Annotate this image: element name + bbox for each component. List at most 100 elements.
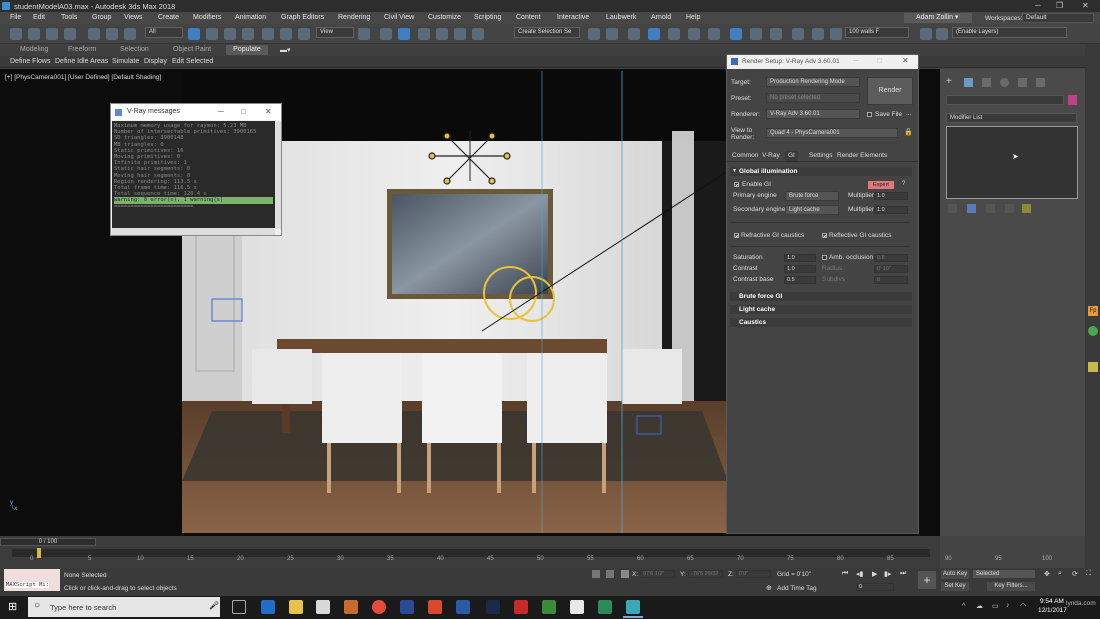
object-name-field[interactable] [946, 95, 1064, 105]
minimize-icon[interactable]: ─ [1035, 1, 1041, 10]
powerpoint-icon[interactable] [428, 600, 442, 614]
menu-content[interactable]: Content [516, 14, 541, 21]
percent-snap-icon[interactable] [454, 28, 466, 40]
onedrive-icon[interactable]: ☁ [976, 602, 983, 610]
reference-coordinate-select[interactable]: View [316, 27, 354, 38]
edit-selected-button[interactable]: Edit Selected [172, 58, 213, 65]
object-color-swatch[interactable] [1068, 95, 1077, 105]
material-editor-icon[interactable] [708, 28, 720, 40]
layer-explorer-icon[interactable] [648, 28, 660, 40]
clock-time[interactable]: 9:54 AM [1040, 598, 1064, 605]
link-icon[interactable] [46, 28, 58, 40]
absolute-mode-icon[interactable] [621, 570, 629, 578]
menu-group[interactable]: Group [92, 14, 111, 21]
walls-field[interactable]: 100 walls F [845, 27, 909, 38]
select-object-icon[interactable] [188, 28, 200, 40]
next-frame-icon[interactable]: ▮▸ [884, 570, 891, 578]
select-manipulate-icon[interactable] [380, 28, 392, 40]
network-icon[interactable]: ▭ [992, 602, 999, 610]
current-frame-field[interactable]: 0 [856, 583, 894, 591]
mirror-icon[interactable] [588, 28, 600, 40]
saturation-spinner[interactable]: 1.0 [784, 254, 816, 262]
help-icon[interactable]: ? [902, 181, 905, 187]
microphone-icon[interactable]: 🎤 [209, 601, 219, 610]
preset-select[interactable]: No preset selected [766, 93, 860, 103]
plant-icon[interactable] [1088, 326, 1098, 336]
go-to-start-icon[interactable]: ⏮ [842, 570, 848, 578]
named-selection-sets[interactable]: Create Selection Se [514, 27, 580, 38]
lock-icon[interactable]: 🔒 [904, 128, 913, 136]
save-file-checkbox[interactable] [867, 112, 872, 117]
rollout-collapse-icon[interactable]: ▾ [733, 167, 736, 174]
close-icon[interactable]: ✕ [1082, 1, 1089, 10]
selection-filter[interactable]: All [145, 27, 183, 38]
primary-multiplier-spinner[interactable]: 1.0 [874, 192, 908, 200]
curve-editor-icon[interactable] [668, 28, 680, 40]
hierarchy-panel-icon[interactable] [982, 78, 991, 87]
task-view-icon[interactable] [232, 600, 246, 614]
time-cursor[interactable] [37, 548, 41, 558]
unlink-icon[interactable] [64, 28, 76, 40]
file-explorer-icon[interactable] [289, 600, 303, 614]
maximize-icon[interactable]: ❐ [1056, 1, 1063, 10]
rectangular-selection-icon[interactable] [224, 28, 236, 40]
mail-icon[interactable] [570, 600, 584, 614]
unlink-selection-icon[interactable] [124, 28, 136, 40]
layers-select[interactable]: (Enable Layers) [952, 27, 1067, 38]
configure-modifier-sets-icon[interactable] [1022, 204, 1031, 213]
modifier-stack[interactable] [946, 126, 1078, 199]
app-icon-green[interactable] [598, 600, 612, 614]
user-account[interactable]: Adam Zollin ▾ [904, 13, 972, 23]
modify-panel-icon[interactable] [964, 78, 973, 87]
vray-messages-window[interactable]: V-Ray messages ─ □ ✕ Maximum memory usag… [110, 103, 282, 236]
snaps-toggle-icon[interactable] [418, 28, 430, 40]
pivot-center-icon[interactable] [358, 28, 370, 40]
laubwerk-icon[interactable]: Fp [1088, 306, 1098, 316]
expert-mode-button[interactable]: Expert [868, 181, 894, 189]
menu-rendering[interactable]: Rendering [338, 14, 370, 21]
subdivs-spinner[interactable]: 8 [874, 276, 908, 284]
rs-minimize-icon[interactable]: ─ [853, 56, 859, 65]
render-iterative-icon[interactable] [792, 28, 804, 40]
primary-engine-select[interactable]: Brute force [785, 191, 839, 201]
save-file-browse[interactable]: ... [906, 110, 911, 117]
clock-date[interactable]: 12/1/2017 [1038, 607, 1067, 614]
rs-maximize-icon[interactable]: □ [877, 56, 882, 65]
menu-scripting[interactable]: Scripting [474, 14, 501, 21]
menu-file[interactable]: File [10, 14, 21, 21]
rendered-frame-window-icon[interactable] [750, 28, 762, 40]
x-coordinate[interactable]: 97'6 1/2" [640, 570, 675, 578]
brute-force-rollout[interactable]: Brute force GI [730, 292, 912, 301]
select-by-name-icon[interactable] [206, 28, 218, 40]
maximize-viewport-icon[interactable]: ⛶ [1086, 570, 1091, 578]
vray-h-scrollbar[interactable] [112, 228, 275, 235]
orbit-icon[interactable]: ⟳ [1072, 570, 1078, 578]
schematic-view-icon[interactable] [688, 28, 700, 40]
auto-key-button[interactable]: Auto Key [941, 570, 969, 579]
light-cache-rollout[interactable]: Light cache [730, 305, 912, 314]
pan-icon[interactable]: ✥ [1044, 570, 1050, 578]
word-icon[interactable] [456, 600, 470, 614]
renderer-select[interactable]: V-Ray Adv 3.60.01 [766, 109, 860, 119]
container-icon[interactable] [920, 28, 932, 40]
3ds-max-icon[interactable] [626, 600, 640, 614]
rs-close-icon[interactable]: ✕ [902, 56, 909, 65]
chrome-icon[interactable] [372, 600, 386, 614]
keyboard-shortcut-icon[interactable] [398, 28, 410, 40]
secondary-engine-select[interactable]: Light cache [785, 205, 839, 215]
wifi-icon[interactable]: ◠ [1020, 602, 1026, 610]
redo-icon[interactable] [28, 28, 40, 40]
ribbon-options-icon[interactable]: ▬▾ [280, 46, 291, 54]
windows-start-icon[interactable]: ⊞ [8, 600, 17, 613]
amb-occlusion-checkbox[interactable] [822, 255, 827, 260]
ribbon-tab-selection[interactable]: Selection [120, 46, 149, 53]
menu-laubwerk[interactable]: Laubwerk [606, 14, 636, 21]
move-icon[interactable] [262, 28, 274, 40]
go-to-end-icon[interactable]: ⏭ [900, 570, 906, 578]
menu-interactive[interactable]: Interactive [557, 14, 589, 21]
render-button[interactable]: Render [867, 77, 913, 105]
menu-graph-editors[interactable]: Graph Editors [281, 14, 324, 21]
enable-gi-checkbox[interactable] [734, 182, 739, 187]
align-icon[interactable] [606, 28, 618, 40]
tab-gi[interactable]: GI [785, 151, 798, 161]
